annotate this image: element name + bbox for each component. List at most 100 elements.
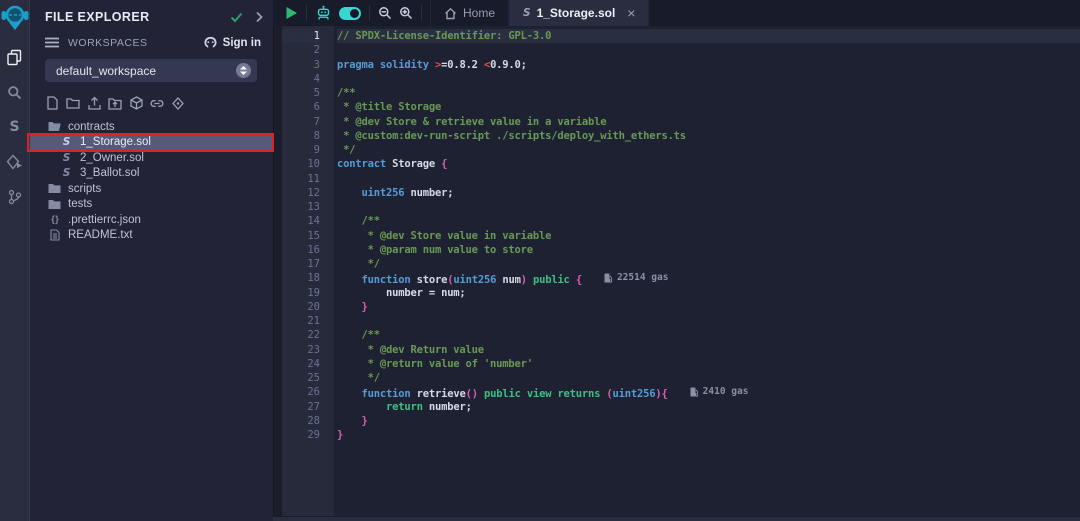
code-line-1[interactable]: // SPDX-License-Identifier: GPL-3.0	[337, 29, 1080, 43]
tree-item--prettierrc-json[interactable]: { }.prettierrc.json	[30, 212, 273, 228]
deploy-run-icon[interactable]	[4, 152, 26, 172]
upload-file-icon[interactable]	[87, 96, 101, 111]
code-line-26[interactable]: function retrieve() public view returns …	[337, 385, 1080, 399]
tree-item-tests[interactable]: tests	[30, 197, 273, 213]
line-number[interactable]: 7	[282, 115, 320, 129]
code-token: uint256	[362, 187, 405, 199]
sign-in-button[interactable]: Sign in	[203, 36, 261, 49]
run-script-icon[interactable]	[285, 6, 298, 20]
line-number[interactable]: 26	[282, 385, 320, 399]
line-number[interactable]: 23	[282, 343, 320, 357]
line-number[interactable]: 12	[282, 186, 320, 200]
code-line-16[interactable]: * @param num value to store	[337, 243, 1080, 257]
code-line-6[interactable]: * @title Storage	[337, 100, 1080, 114]
solidity-compiler-icon[interactable]: S	[4, 117, 26, 137]
line-number[interactable]: 18	[282, 271, 320, 285]
line-number[interactable]: 17	[282, 257, 320, 271]
line-number[interactable]: 10	[282, 157, 320, 171]
line-number[interactable]: 28	[282, 414, 320, 428]
code-line-18[interactable]: function store(uint256 num) public {2251…	[337, 271, 1080, 285]
close-tab-icon[interactable]: ×	[627, 6, 635, 20]
code-line-13[interactable]	[337, 200, 1080, 214]
line-number[interactable]: 25	[282, 371, 320, 385]
code-line-22[interactable]: /**	[337, 328, 1080, 342]
tree-item-scripts[interactable]: scripts	[30, 181, 273, 197]
line-number[interactable]: 13	[282, 200, 320, 214]
line-number[interactable]: 15	[282, 229, 320, 243]
code-line-15[interactable]: * @dev Store value in variable	[337, 229, 1080, 243]
search-icon[interactable]	[4, 82, 26, 102]
line-number[interactable]: 2	[282, 43, 320, 57]
code-line-9[interactable]: */	[337, 143, 1080, 157]
code-line-27[interactable]: return number;	[337, 400, 1080, 414]
line-number[interactable]: 21	[282, 314, 320, 328]
code-line-12[interactable]: uint256 number;	[337, 186, 1080, 200]
code-line-21[interactable]	[337, 314, 1080, 328]
tree-item-contracts[interactable]: contracts	[30, 119, 273, 135]
code-token	[337, 401, 386, 413]
tab-1-storage-sol[interactable]: S 1_Storage.sol ×	[509, 0, 649, 26]
publish-gist-link-icon[interactable]	[150, 96, 164, 111]
tree-item-1-storage-sol[interactable]: S1_Storage.sol	[30, 135, 273, 151]
new-file-icon[interactable]	[45, 96, 59, 111]
publish-ipfs-cube-icon[interactable]	[129, 96, 143, 111]
tree-item-2-owner-sol[interactable]: S2_Owner.sol	[30, 150, 273, 166]
hamburger-menu-icon[interactable]	[45, 37, 59, 48]
code-line-29[interactable]: }	[337, 428, 1080, 442]
tab-home[interactable]: Home	[430, 0, 509, 26]
code-token: )	[521, 274, 533, 286]
zoom-in-icon[interactable]	[399, 6, 413, 20]
new-folder-icon[interactable]	[66, 96, 80, 111]
code-line-25[interactable]: */	[337, 371, 1080, 385]
line-number[interactable]: 11	[282, 172, 320, 186]
line-number[interactable]: 22	[282, 328, 320, 342]
workspace-dropdown[interactable]: default_workspace	[45, 59, 257, 82]
line-number[interactable]: 4	[282, 72, 320, 86]
code-line-20[interactable]: }	[337, 300, 1080, 314]
code-line-8[interactable]: * @custom:dev-run-script ./scripts/deplo…	[337, 129, 1080, 143]
check-icon[interactable]	[230, 12, 243, 23]
dropdown-stepper-icon[interactable]	[236, 63, 251, 78]
line-number[interactable]: 9	[282, 143, 320, 157]
line-number[interactable]: 27	[282, 400, 320, 414]
code-line-11[interactable]	[337, 172, 1080, 186]
solidity-file-icon[interactable]	[171, 96, 185, 111]
line-number[interactable]: 3	[282, 58, 320, 72]
code-line-23[interactable]: * @dev Return value	[337, 343, 1080, 357]
ai-toggle-on-icon[interactable]	[339, 7, 361, 20]
tree-item-readme-txt[interactable]: README.txt	[30, 228, 273, 244]
chevron-right-icon[interactable]	[255, 11, 263, 23]
line-number[interactable]: 19	[282, 286, 320, 300]
tree-item-3-ballot-sol[interactable]: S3_Ballot.sol	[30, 166, 273, 182]
code-line-7[interactable]: * @dev Store & retrieve value in a varia…	[337, 115, 1080, 129]
git-icon[interactable]	[4, 187, 26, 207]
code-line-2[interactable]	[337, 43, 1080, 57]
line-number[interactable]: 8	[282, 129, 320, 143]
code-line-28[interactable]: }	[337, 414, 1080, 428]
code-token: uint256	[613, 388, 656, 400]
line-number[interactable]: 5	[282, 86, 320, 100]
terminal-resize-handle[interactable]	[273, 516, 1080, 521]
code-line-19[interactable]: number = num;	[337, 286, 1080, 300]
upload-folder-icon[interactable]	[108, 96, 122, 111]
line-number[interactable]: 20	[282, 300, 320, 314]
code-area[interactable]: // SPDX-License-Identifier: GPL-3.0 pragm…	[334, 26, 1080, 516]
line-number[interactable]: 16	[282, 243, 320, 257]
code-line-4[interactable]	[337, 72, 1080, 86]
file-explorer-icon[interactable]	[4, 47, 26, 67]
zoom-out-icon[interactable]	[378, 6, 392, 20]
line-number[interactable]: 6	[282, 100, 320, 114]
ai-assistant-icon[interactable]	[315, 5, 332, 21]
code-line-14[interactable]: /**	[337, 214, 1080, 228]
remix-logo-icon[interactable]	[0, 2, 30, 32]
code-line-24[interactable]: * @return value of 'number'	[337, 357, 1080, 371]
line-number[interactable]: 14	[282, 214, 320, 228]
line-number[interactable]: 1	[282, 29, 320, 43]
code-line-10[interactable]: contract Storage {	[337, 157, 1080, 171]
line-number[interactable]: 24	[282, 357, 320, 371]
code-line-3[interactable]: pragma solidity >=0.8.2 <0.9.0;	[337, 58, 1080, 72]
code-line-5[interactable]: /**	[337, 86, 1080, 100]
tree-item-label: tests	[68, 198, 92, 210]
line-number[interactable]: 29	[282, 428, 320, 442]
code-line-17[interactable]: */	[337, 257, 1080, 271]
